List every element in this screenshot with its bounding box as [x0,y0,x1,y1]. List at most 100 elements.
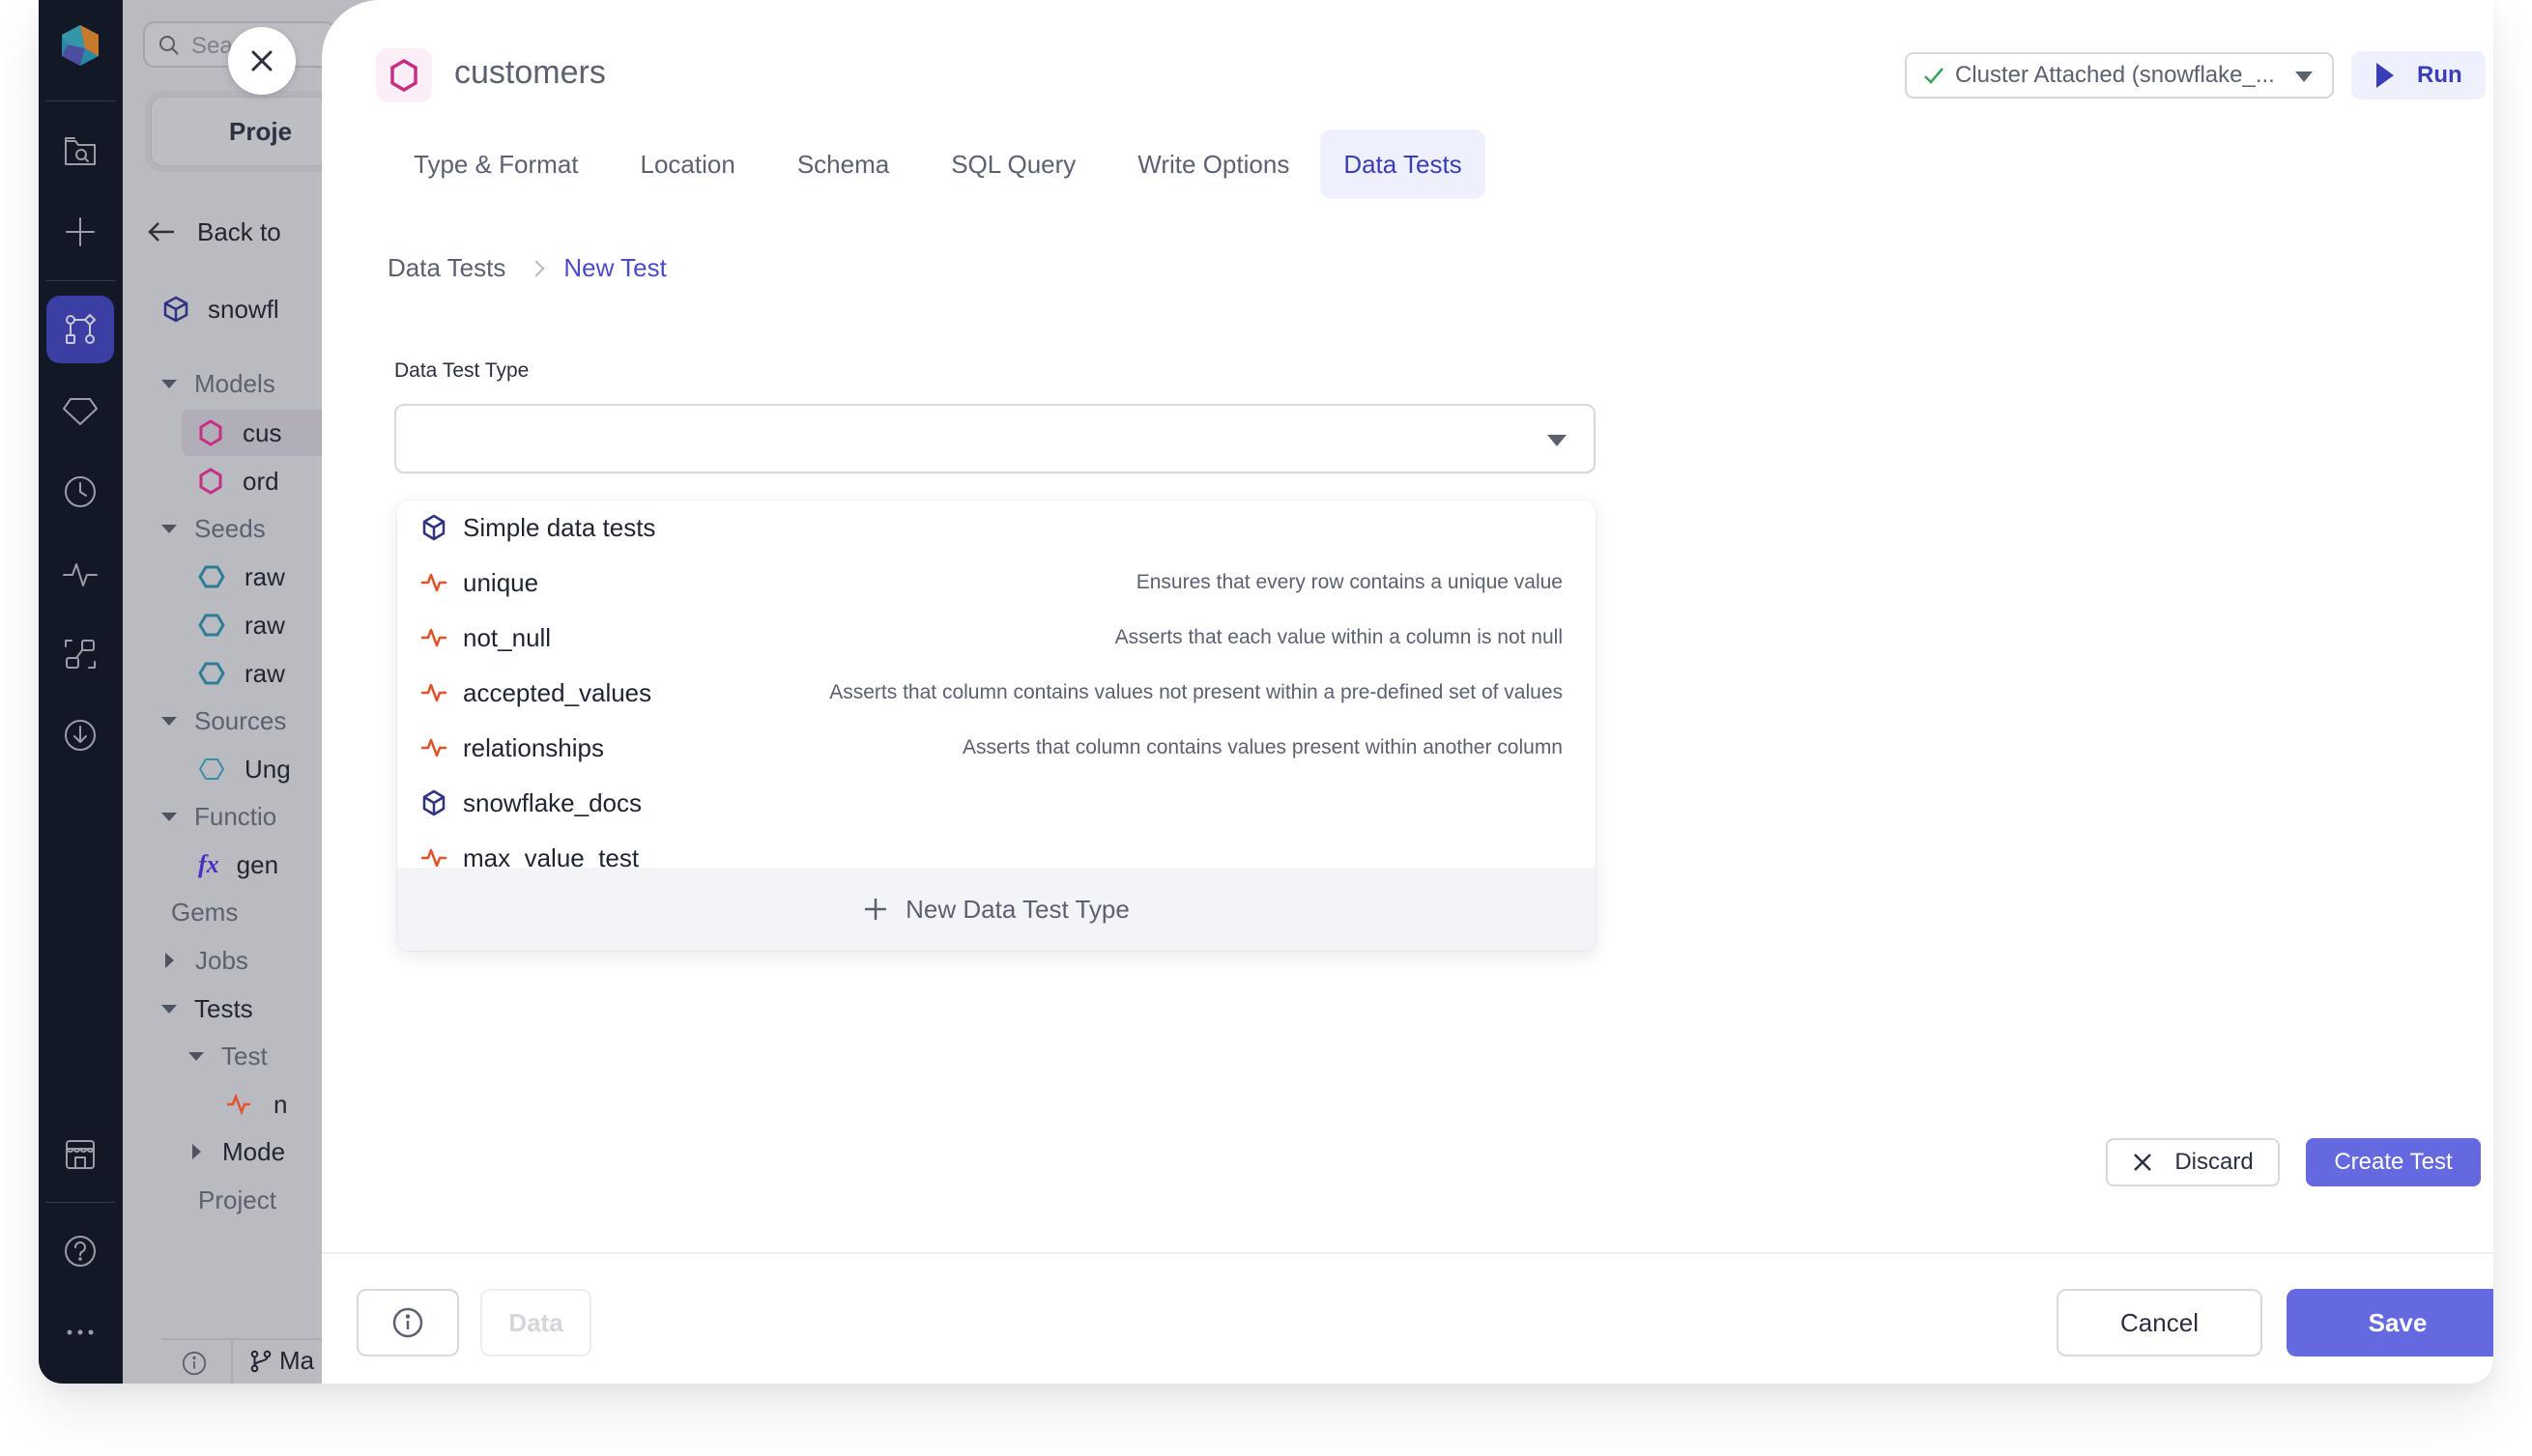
branch-label: Ma [279,1346,315,1375]
tree-label: Jobs [195,945,248,975]
tree-group-tests[interactable]: Tests [161,989,253,1028]
rail-item-more[interactable] [46,1299,114,1366]
rail-item-marketplace[interactable] [46,1121,114,1188]
rail-item-ingest[interactable] [46,701,114,769]
tab-bar: Type & Format Location Schema SQL Query … [383,129,1485,199]
sidebar-project-button[interactable]: Proje [151,97,344,166]
chevron-right-icon [528,260,545,276]
test-pulse-icon [420,628,447,647]
download-icon [65,720,96,751]
tree-group-sources[interactable]: Sources [161,701,286,740]
tree-group-seeds[interactable]: Seeds [161,509,266,548]
left-rail [39,0,123,1384]
tree-subgroup-test[interactable]: Test [188,1037,268,1075]
cube-icon [163,296,188,323]
clock-icon [65,476,96,507]
dropdown-option-snowflake-docs[interactable]: snowflake_docs [397,776,1596,830]
close-panel-button[interactable] [228,27,296,95]
caret-right-icon [165,953,174,968]
gem-icon [63,398,98,425]
tab-sql-query[interactable]: SQL Query [920,129,1107,199]
sidebar-project-name: snowfl [208,294,279,324]
rail-divider [45,100,115,101]
tab-data-tests[interactable]: Data Tests [1320,129,1485,199]
sidebar-status-bar: Ma [161,1338,326,1384]
tree-group-functions[interactable]: Functio [161,797,276,836]
data-test-type-label: Data Test Type [394,359,530,382]
run-button[interactable]: Run [2351,51,2486,100]
tree-label: Project [198,1185,276,1214]
tree-item-test[interactable]: n [225,1085,287,1124]
tree-label: raw [245,658,285,688]
save-button[interactable]: Save [2287,1289,2493,1356]
create-test-button[interactable]: Create Test [2306,1138,2481,1186]
rail-item-lineage[interactable] [46,620,114,688]
new-data-test-type-label: New Data Test Type [906,894,1130,924]
tab-type-format[interactable]: Type & Format [383,129,610,199]
tree-label: cus [243,417,282,447]
play-icon [2376,63,2394,88]
discard-button[interactable]: Discard [2106,1138,2280,1186]
test-pulse-icon [420,573,447,592]
tree-item-seed[interactable]: raw [198,654,285,693]
source-icon [198,758,225,780]
page-title: customers [454,54,606,91]
seed-icon [198,614,225,637]
app-window: Search Proje Back to snowfl Models cus o… [39,0,2493,1384]
tab-write-options[interactable]: Write Options [1107,129,1320,199]
dropdown-option-simple-data-tests[interactable]: Simple data tests [397,500,1596,555]
tree-group-jobs[interactable]: Jobs [161,941,248,980]
dropdown-list[interactable]: Simple data tests unique Ensures that ev… [397,500,1596,868]
new-data-test-type-button[interactable]: New Data Test Type [397,868,1596,951]
back-link[interactable]: Back to [147,213,281,251]
breadcrumb-new-test: New Test [563,253,667,282]
info-icon[interactable] [181,1350,208,1377]
rail-item-graph[interactable] [46,296,114,363]
chevron-down-icon [2295,71,2313,82]
sidebar-project[interactable]: snowfl [161,290,279,328]
dropdown-option-relationships[interactable]: relationships Asserts that column contai… [397,721,1596,775]
seed-icon [198,662,225,685]
breadcrumb-data-tests[interactable]: Data Tests [388,253,505,283]
app-logo-icon[interactable] [58,23,102,68]
info-button[interactable] [357,1289,459,1356]
run-label: Run [2417,62,2462,88]
tab-schema[interactable]: Schema [766,129,920,199]
tree-item-seed[interactable]: raw [198,557,285,596]
caret-down-icon [161,1004,177,1013]
tree-section-project[interactable]: Project [198,1181,276,1219]
lineage-icon [65,640,96,669]
plus-icon [865,899,887,920]
caret-down-icon [188,1051,204,1061]
rail-item-help[interactable] [46,1217,114,1285]
tree-subgroup-models[interactable]: Mode [188,1132,285,1171]
breadcrumb: Data Tests New Test [388,253,667,283]
cluster-selector[interactable]: Cluster Attached (snowflake_... [1905,52,2334,99]
marketplace-icon [66,1140,95,1169]
tree-item-model[interactable]: cus [198,414,281,452]
tree-item-function[interactable]: fx gen [198,845,278,884]
rail-item-observability[interactable] [46,539,114,607]
data-button[interactable]: Data [480,1289,591,1356]
dropdown-option-max-value-test[interactable]: max_value_test [397,831,1596,868]
tree-section-gems[interactable]: Gems [171,893,238,931]
data-test-type-select[interactable] [394,404,1596,473]
tree-item-source[interactable]: Ung [198,750,291,788]
option-name: not_null [463,622,552,652]
rail-item-create[interactable] [46,198,114,266]
tree-item-model[interactable]: ord [198,462,279,500]
rail-item-gems[interactable] [46,377,114,444]
dropdown-option-accepted-values[interactable]: accepted_values Asserts that column cont… [397,666,1596,720]
folder-search-icon [65,137,96,165]
dropdown-option-not-null[interactable]: not_null Asserts that each value within … [397,611,1596,665]
graph-icon [66,314,96,344]
cancel-button[interactable]: Cancel [2057,1289,2262,1356]
rail-item-schedule[interactable] [46,458,114,526]
dropdown-option-unique[interactable]: unique Ensures that every row contains a… [397,556,1596,610]
tree-item-seed[interactable]: raw [198,606,285,644]
tab-location[interactable]: Location [610,129,766,199]
cube-icon [422,789,446,816]
branch-selector[interactable]: Ma [248,1346,314,1376]
tree-group-models[interactable]: Models [161,364,275,403]
rail-item-browse[interactable] [46,117,114,185]
